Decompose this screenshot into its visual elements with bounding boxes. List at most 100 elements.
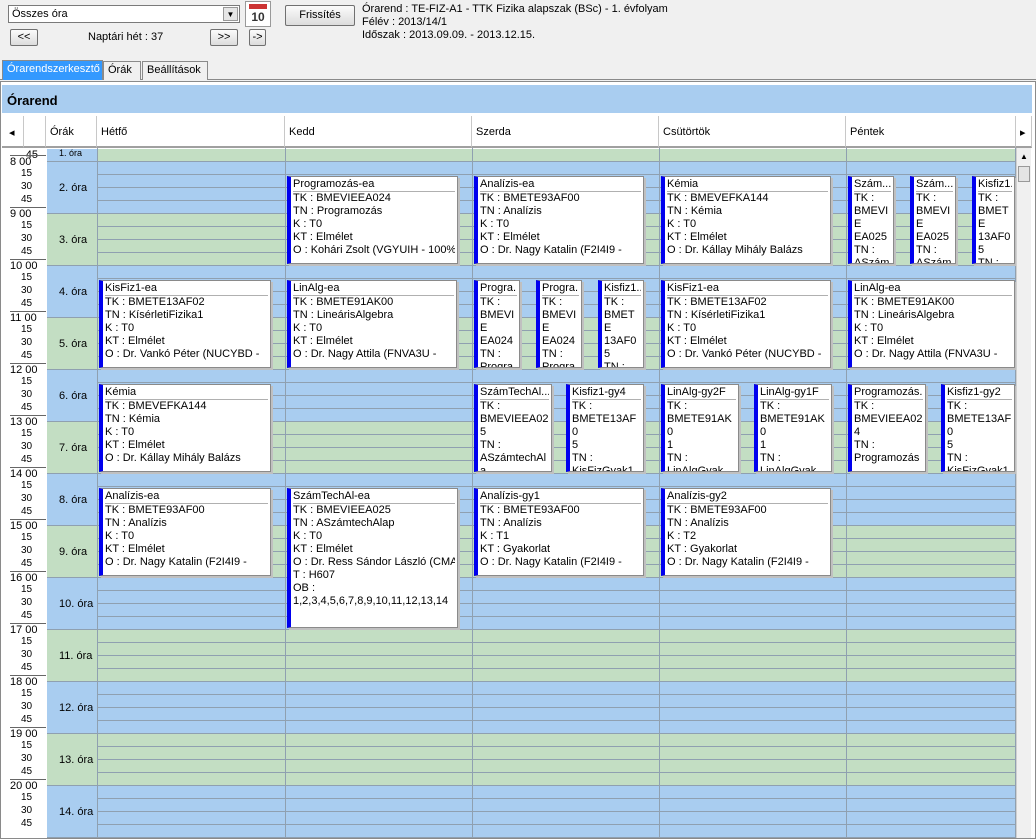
lesson-card[interactable]: SzámTechAl... TK : BMEVIEEA02 5 TN : ASzámtec… — [474, 384, 552, 472]
hour-label: 12 00 — [10, 363, 46, 376]
lesson-label[interactable]: 4. óra — [47, 266, 97, 318]
card-line: TN : — [480, 348, 501, 360]
lesson-slot[interactable] — [97, 669, 1015, 682]
day-header-monday[interactable]: Hétfő — [97, 116, 285, 148]
lesson-slot[interactable] — [97, 630, 1015, 643]
vertical-scrollbar[interactable]: ▲ — [1016, 148, 1031, 838]
lesson-card[interactable]: Analízis-gy1 TK : BMETE93AF00 TN : Analízi… — [474, 488, 644, 576]
lesson-slot[interactable] — [97, 162, 1015, 175]
scroll-up-icon[interactable]: ▲ — [1020, 152, 1028, 161]
quarter-label: 45 — [21, 402, 33, 413]
card-line: KT : Elmélet — [105, 335, 165, 347]
card-line: TN : Kémia — [667, 205, 723, 217]
lesson-slot[interactable] — [97, 786, 1015, 799]
lesson-slot[interactable] — [97, 643, 1015, 656]
next-week-button[interactable]: >> — [210, 29, 238, 46]
lesson-label[interactable]: 6. óra — [47, 370, 97, 422]
lesson-card[interactable]: Analízis-gy2 TK : BMETE93AF00 TN : Analízi… — [661, 488, 831, 576]
lessons-header: Órák — [46, 116, 97, 148]
lesson-card[interactable]: Kémia TK : BMEVEFKA144 TN : Kémia K : T0 KT … — [661, 176, 831, 264]
lesson-card[interactable]: Kisfiz1-gy4 TK : BMETE13AF0 5 TN : KisFizGyak… — [566, 384, 644, 472]
tab-settings[interactable]: Beállítások — [142, 61, 208, 80]
card-line: K : T0 — [667, 218, 697, 230]
card-line: TK : BMEVIEEA024 — [293, 192, 391, 204]
lesson-card[interactable]: Kémia TK : BMEVEFKA144 TN : Kémia K : T0 KT … — [99, 384, 271, 472]
lesson-slot[interactable] — [97, 760, 1015, 773]
card-line: K : T0 — [667, 322, 697, 334]
lesson-card[interactable]: LinAlg-gy1F TK : BMETE91AK0 1 TN : LinAlgGyak — [754, 384, 832, 472]
lesson-card[interactable]: Szám...TK :BMEVIEEA025TN :ASzámt — [848, 176, 894, 264]
lesson-card[interactable]: Kisfiz1...TK :BMETE13AF05TN :KisFizGy — [972, 176, 1015, 264]
lesson-card[interactable]: LinAlg-gy2F TK : BMETE91AK0 1 TN : LinAlgGyak — [661, 384, 739, 472]
lesson-slot[interactable] — [97, 734, 1015, 747]
refresh-button[interactable]: Frissítés — [285, 5, 355, 26]
chevron-down-icon[interactable]: ▼ — [223, 7, 238, 21]
card-line: O : Dr. Kállay Mihály Balázs — [105, 452, 241, 464]
day-header-wednesday[interactable]: Szerda — [472, 116, 659, 148]
day-header-thursday[interactable]: Csütörtök — [659, 116, 846, 148]
lesson-slot[interactable] — [97, 799, 1015, 812]
lesson-card[interactable]: Programozás... TK : BMEVIEEA02 4 TN : Program… — [848, 384, 926, 472]
lesson-slot[interactable] — [97, 604, 1015, 617]
day-header-tuesday[interactable]: Kedd — [285, 116, 472, 148]
lesson-band-1[interactable] — [97, 149, 1015, 162]
quarter-label: 30 — [21, 285, 33, 296]
lesson-card[interactable]: Programozás-ea TK : BMEVIEEA024 TN : Progr… — [287, 176, 458, 264]
quarter-label: 15 — [21, 168, 33, 179]
lesson-slot[interactable] — [97, 474, 1015, 487]
calendar-button[interactable]: 10 — [245, 1, 271, 27]
lesson-label[interactable]: 12. óra — [47, 682, 97, 734]
lesson-card[interactable]: Kisfiz1-gy2 TK : BMETE13AF0 5 TN : KisFizGyak… — [941, 384, 1015, 472]
lesson-label-1[interactable]: 1. óra — [47, 149, 97, 162]
lesson-slot[interactable] — [97, 266, 1015, 279]
lesson-label[interactable]: 11. óra — [47, 630, 97, 682]
lesson-label[interactable]: 13. óra — [47, 734, 97, 786]
lesson-card[interactable]: Progra...TK :BMEVIEEA024TN :Program — [474, 280, 520, 368]
lesson-slot[interactable] — [97, 682, 1015, 695]
scroll-right-button[interactable]: ▸ — [1016, 116, 1032, 148]
lesson-label[interactable]: 2. óra — [47, 162, 97, 214]
lesson-label[interactable]: 3. óra — [47, 214, 97, 266]
lesson-card[interactable]: LinAlg-ea TK : BMETE91AK00 TN : LineárisAl… — [287, 280, 457, 368]
card-line: TK : BMEVEFKA144 — [105, 400, 207, 412]
lesson-card[interactable]: KisFiz1-ea TK : BMETE13AF02 TN : Kísérleti… — [99, 280, 271, 368]
scrollbar-thumb[interactable] — [1018, 166, 1030, 182]
lesson-card[interactable]: KisFiz1-ea TK : BMETE13AF02 TN : Kísérleti… — [661, 280, 831, 368]
lesson-label[interactable]: 10. óra — [47, 578, 97, 630]
card-title: LinAlg-gy2F — [667, 386, 736, 400]
lesson-slot[interactable] — [97, 370, 1015, 383]
view-select[interactable]: Összes óra ▼ — [8, 5, 240, 23]
lesson-label[interactable]: 5. óra — [47, 318, 97, 370]
lesson-card[interactable]: Analízis-ea TK : BMETE93AF00 TN : Analízis… — [474, 176, 644, 264]
lesson-slot[interactable] — [97, 708, 1015, 721]
day-header-friday[interactable]: Péntek — [846, 116, 1016, 148]
lesson-label[interactable]: 7. óra — [47, 422, 97, 474]
lesson-slot[interactable] — [97, 591, 1015, 604]
prev-week-button[interactable]: << — [10, 29, 38, 46]
quarter-label: 15 — [21, 272, 33, 283]
lesson-card[interactable]: SzámTechAl-ea TK : BMEVIEEA025 TN : ASzámt… — [287, 488, 458, 628]
lesson-card[interactable]: Szám...TK :BMEVIEEA025TN :ASzámt — [910, 176, 956, 264]
card-line: O : Dr. Ress Sándor László (CMAXWS - 100… — [293, 556, 455, 568]
tab-timetable-editor[interactable]: Órarendszerkesztő — [2, 60, 103, 80]
lesson-label[interactable]: 8. óra — [47, 474, 97, 526]
lesson-slot[interactable] — [97, 825, 1015, 838]
lesson-card[interactable]: Progra...TK :BMEVIEEA024TN :Program — [536, 280, 582, 368]
lesson-slot[interactable] — [97, 656, 1015, 669]
lesson-slot[interactable] — [97, 617, 1015, 630]
scroll-left-button[interactable]: ◂ — [2, 116, 24, 148]
lesson-slot[interactable] — [97, 773, 1015, 786]
quarter-label: 30 — [21, 753, 33, 764]
lesson-slot[interactable] — [97, 747, 1015, 760]
lesson-label[interactable]: 14. óra — [47, 786, 97, 838]
lesson-slot[interactable] — [97, 578, 1015, 591]
tab-lessons[interactable]: Órák — [103, 61, 141, 80]
lesson-slot[interactable] — [97, 721, 1015, 734]
lesson-slot[interactable] — [97, 812, 1015, 825]
lesson-card[interactable]: LinAlg-ea TK : BMETE91AK00 TN : LineárisAl… — [848, 280, 1015, 368]
lesson-slot[interactable] — [97, 695, 1015, 708]
lesson-label[interactable]: 9. óra — [47, 526, 97, 578]
next-step-button[interactable]: -> — [249, 29, 266, 46]
lesson-card[interactable]: Kisfiz1...TK :BMETE13AF05TN :KisFizGy — [598, 280, 644, 368]
lesson-card[interactable]: Analízis-ea TK : BMETE93AF00 TN : Analízis… — [99, 488, 271, 576]
